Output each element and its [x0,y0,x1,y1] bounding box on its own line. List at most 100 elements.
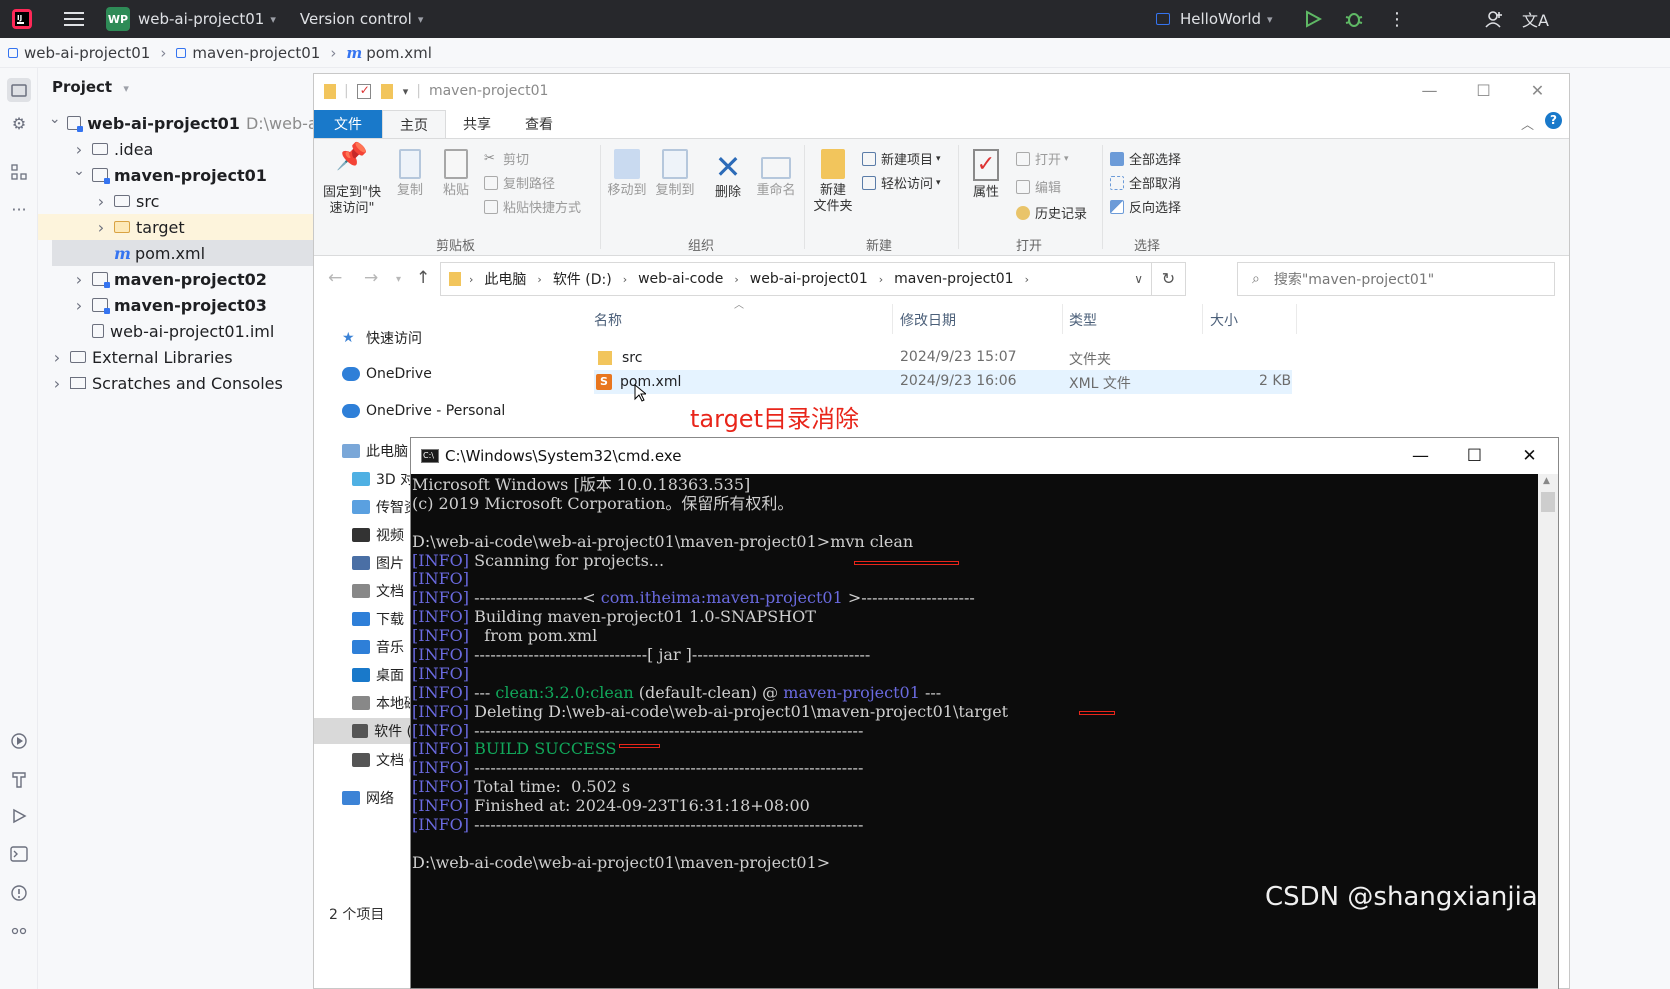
forward-arrow-icon[interactable]: → [364,268,378,288]
tree-item[interactable]: › Scratches and Consoles [38,370,313,396]
tab-share[interactable]: 共享 [446,110,508,138]
tree-item[interactable]: web-ai-project01.iml [38,318,313,344]
close-button[interactable]: ✕ [1510,74,1565,108]
nav-item[interactable]: 网络 [342,788,394,808]
select-none-button[interactable]: 全部取消 [1110,173,1181,192]
open-button[interactable]: 打开 ▾ [1016,149,1069,168]
tree-item[interactable]: › External Libraries [38,344,313,370]
tree-item[interactable]: › target [38,214,313,240]
nav-item[interactable]: 本地磁 [352,693,418,713]
copy-to-button[interactable]: 复制到 [652,149,698,199]
problems-icon[interactable] [9,884,29,904]
paste-button[interactable]: 粘贴 [436,149,476,199]
properties-quick-icon[interactable]: ✓ [356,83,371,99]
paste-shortcut-button[interactable]: 粘贴快捷方式 [484,197,581,216]
new-folder-button[interactable]: 新建 文件夹 [808,149,858,215]
collapse-ribbon-icon[interactable]: ︿ [1521,114,1534,133]
nav-item[interactable]: OneDrive [342,366,432,382]
tab-view[interactable]: 查看 [508,110,570,138]
history-button[interactable]: 历史记录 [1016,203,1087,222]
cut-button[interactable]: ✂ 剪切 [484,149,529,168]
chevron-right-icon[interactable]: › [50,348,64,367]
search-input[interactable]: ⌕ 搜索"maven-project01" [1237,262,1555,296]
nav-item[interactable]: ★ 快速访问 [342,328,422,348]
properties-button[interactable]: ✓ 属性 [966,149,1006,201]
file-row-pom[interactable]: S pom.xml 2024/9/23 16:06 XML 文件 2 KB [594,370,1292,394]
invert-selection-button[interactable]: 反向选择 [1110,197,1181,216]
scroll-thumb[interactable] [1541,492,1555,512]
tree-item[interactable]: › .idea [38,136,313,162]
address-segment[interactable]: web-ai-code [638,271,723,287]
project-folder-icon[interactable] [7,78,31,102]
run-config-selector[interactable]: HelloWorld ▾ [1156,0,1273,38]
minimize-button[interactable]: — [1402,74,1457,108]
ide-logo-icon[interactable]: IJ [0,0,42,38]
tab-file[interactable]: 文件 [314,110,382,138]
address-box[interactable]: › 此电脑 › 软件 (D:) › web-ai-code › web-ai-p… [440,262,1186,296]
chevron-right-icon[interactable]: › [72,140,86,159]
back-arrow-icon[interactable]: ← [328,268,342,288]
tree-item[interactable]: › maven-project02 [38,266,313,292]
run-tool-icon[interactable] [9,808,29,828]
minimize-button[interactable]: — [1393,438,1448,474]
chevron-right-icon[interactable]: › [94,218,108,237]
add-user-icon[interactable] [1484,0,1504,38]
chevron-right-icon[interactable]: › [72,270,86,289]
help-icon[interactable]: ? [1545,112,1562,129]
file-row-src[interactable]: src 2024/9/23 15:07 文件夹 [594,346,1292,370]
refresh-icon[interactable]: ↻ [1151,263,1185,295]
new-item-button[interactable]: 新建项目 ▾ [862,149,941,168]
quick-access-dropdown-icon[interactable]: ▾ [403,85,409,98]
maximize-button[interactable]: ☐ [1456,74,1511,108]
nav-item[interactable]: 视频 [352,525,404,545]
breadcrumb-item[interactable]: pom.xml [366,44,432,62]
copy-path-button[interactable]: 复制路径 [484,173,555,192]
terminal-icon[interactable] [9,846,29,866]
build-icon[interactable] [9,770,29,790]
address-dropdown-icon[interactable]: ∨ [1134,272,1143,286]
rename-button[interactable]: 重命名 [752,149,800,199]
translate-icon[interactable]: 文A [1522,0,1549,38]
nav-item[interactable]: OneDrive - Personal [342,403,505,419]
easy-access-button[interactable]: 轻松访问 ▾ [862,173,941,192]
nav-item[interactable]: 软件 ( [314,718,412,744]
address-segment[interactable]: web-ai-project01 [750,271,868,287]
pin-quick-access-button[interactable]: 📌 固定到"快速访问" [318,144,386,217]
services-icon[interactable] [9,732,29,752]
vcs-tool-icon[interactable] [9,920,29,940]
structure-icon[interactable] [9,164,29,184]
breadcrumb-item[interactable]: web-ai-project01 [24,44,150,62]
column-type[interactable]: 类型 [1069,310,1097,330]
recent-dropdown-icon[interactable]: ▾ [396,274,401,285]
chevron-down-icon[interactable]: ⌄ [72,163,86,179]
run-icon[interactable] [1304,0,1322,38]
edit-button[interactable]: 编辑 [1016,177,1061,196]
close-button[interactable]: ✕ [1502,438,1557,474]
move-to-button[interactable]: 移动到 [604,149,650,199]
column-modified[interactable]: 修改日期 [900,310,956,330]
tree-item[interactable]: ⌄ web-ai-project01 D:\web-ai [38,110,313,136]
vcs-selector[interactable]: Version control ▾ [284,0,431,38]
nav-item[interactable]: 传智资 [352,497,418,517]
chevron-right-icon[interactable]: › [94,192,108,211]
select-all-button[interactable]: 全部选择 [1110,149,1181,168]
new-folder-quick-icon[interactable] [380,83,393,99]
more-icon[interactable]: ··· [9,200,29,220]
project-selector[interactable]: WP web-ai-project01 ▾ [92,0,284,38]
nav-item[interactable]: 文档 ( [352,750,414,770]
gear-icon[interactable]: ⚙ [9,114,29,134]
maximize-button[interactable]: ☐ [1447,438,1502,474]
scroll-up-icon[interactable]: ▲ [1543,476,1550,486]
debug-icon[interactable] [1344,0,1364,38]
address-segment[interactable]: 此电脑 [484,269,526,289]
delete-button[interactable]: ✕ 删除 [706,149,750,201]
project-panel-header[interactable]: Project ▾ [52,78,129,96]
column-size[interactable]: 大小 [1210,310,1238,330]
address-segment[interactable]: maven-project01 [894,271,1013,287]
up-arrow-icon[interactable]: ↑ [416,268,430,288]
chevron-right-icon[interactable]: › [50,374,64,393]
nav-item[interactable]: 图片 [352,553,404,573]
column-name[interactable]: 名称 [594,310,622,330]
nav-item[interactable]: 3D 对 [352,469,414,489]
nav-item[interactable]: 此电脑 [342,441,408,461]
